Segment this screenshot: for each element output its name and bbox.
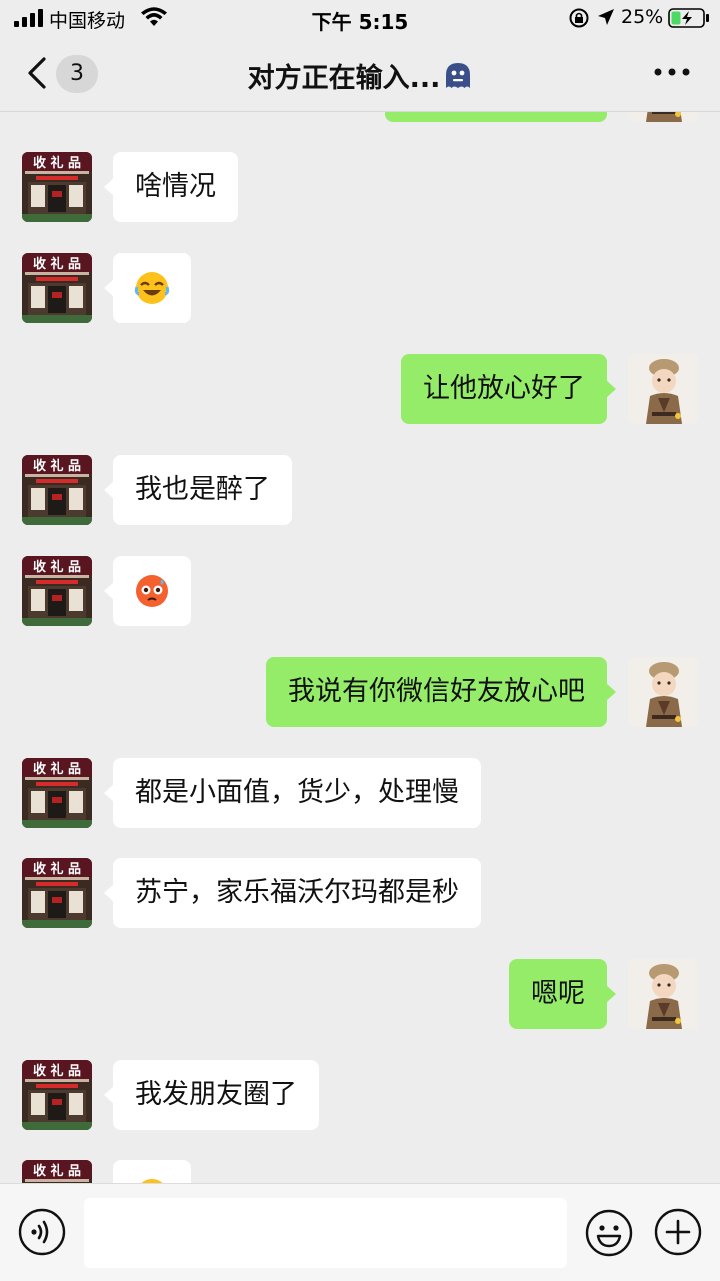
input-bar — [0, 1183, 720, 1281]
message-bubble-incoming[interactable]: 都是小面值，货少，处理慢 — [104, 758, 481, 828]
location-arrow-icon — [598, 9, 614, 25]
message-bubble-incoming[interactable]: 啥情况 — [104, 152, 238, 222]
emoji-picker-icon[interactable] — [584, 1208, 634, 1258]
battery-percentage: 25% — [621, 6, 664, 28]
battery-charging-icon — [668, 8, 709, 28]
rolling-laughing-emoji — [134, 272, 170, 304]
cellular-signal-icon — [14, 9, 43, 27]
contact-avatar[interactable] — [22, 1160, 92, 1183]
contact-avatar[interactable] — [22, 858, 92, 928]
voice-input-icon[interactable] — [18, 1208, 66, 1256]
orientation-lock-icon — [569, 8, 589, 28]
chat-title: 对方正在输入... — [0, 56, 720, 95]
contact-avatar[interactable] — [22, 758, 92, 828]
more-options-icon[interactable] — [650, 64, 694, 80]
my-avatar[interactable] — [628, 354, 698, 424]
contact-avatar[interactable] — [22, 455, 92, 525]
message-bubble-incoming[interactable]: 我发朋友圈了 — [104, 1060, 319, 1130]
contact-avatar[interactable] — [22, 253, 92, 323]
message-list[interactable]: 啥情况 让他放心好了 我也是醉了 我说有你微信好友放心吧 都是小面值，货少，处理… — [0, 0, 720, 1183]
message-bubble-incoming-emoji[interactable] — [104, 253, 191, 323]
my-avatar[interactable] — [628, 657, 698, 727]
contact-avatar[interactable] — [22, 556, 92, 626]
ghost-icon — [446, 62, 471, 88]
message-bubble-outgoing[interactable]: 我说有你微信好友放心吧 — [266, 657, 616, 727]
wifi-icon — [141, 7, 167, 26]
flushed-face-emoji — [136, 575, 168, 607]
contact-avatar[interactable] — [22, 1060, 92, 1130]
my-avatar[interactable] — [628, 959, 698, 1029]
message-bubble-incoming-emoji[interactable] — [113, 1160, 191, 1183]
message-bubble-incoming-emoji[interactable] — [104, 556, 191, 626]
message-bubble-incoming[interactable]: 苏宁，家乐福沃尔玛都是秒 — [104, 858, 481, 928]
message-bubble-outgoing[interactable]: 让他放心好了 — [401, 354, 616, 424]
status-bar: 中国移动 下午 5:15 25% — [0, 0, 720, 36]
typing-status-text: 对方正在输入... — [247, 63, 441, 94]
message-input[interactable] — [84, 1198, 567, 1268]
message-bubble-outgoing[interactable]: 嗯呢 — [509, 959, 616, 1029]
chat-header: 3 对方正在输入... — [0, 36, 720, 112]
more-functions-plus-icon[interactable] — [654, 1208, 702, 1256]
carrier-name: 中国移动 — [49, 10, 126, 32]
message-bubble-incoming[interactable]: 我也是醉了 — [104, 455, 292, 525]
contact-avatar[interactable] — [22, 152, 92, 222]
